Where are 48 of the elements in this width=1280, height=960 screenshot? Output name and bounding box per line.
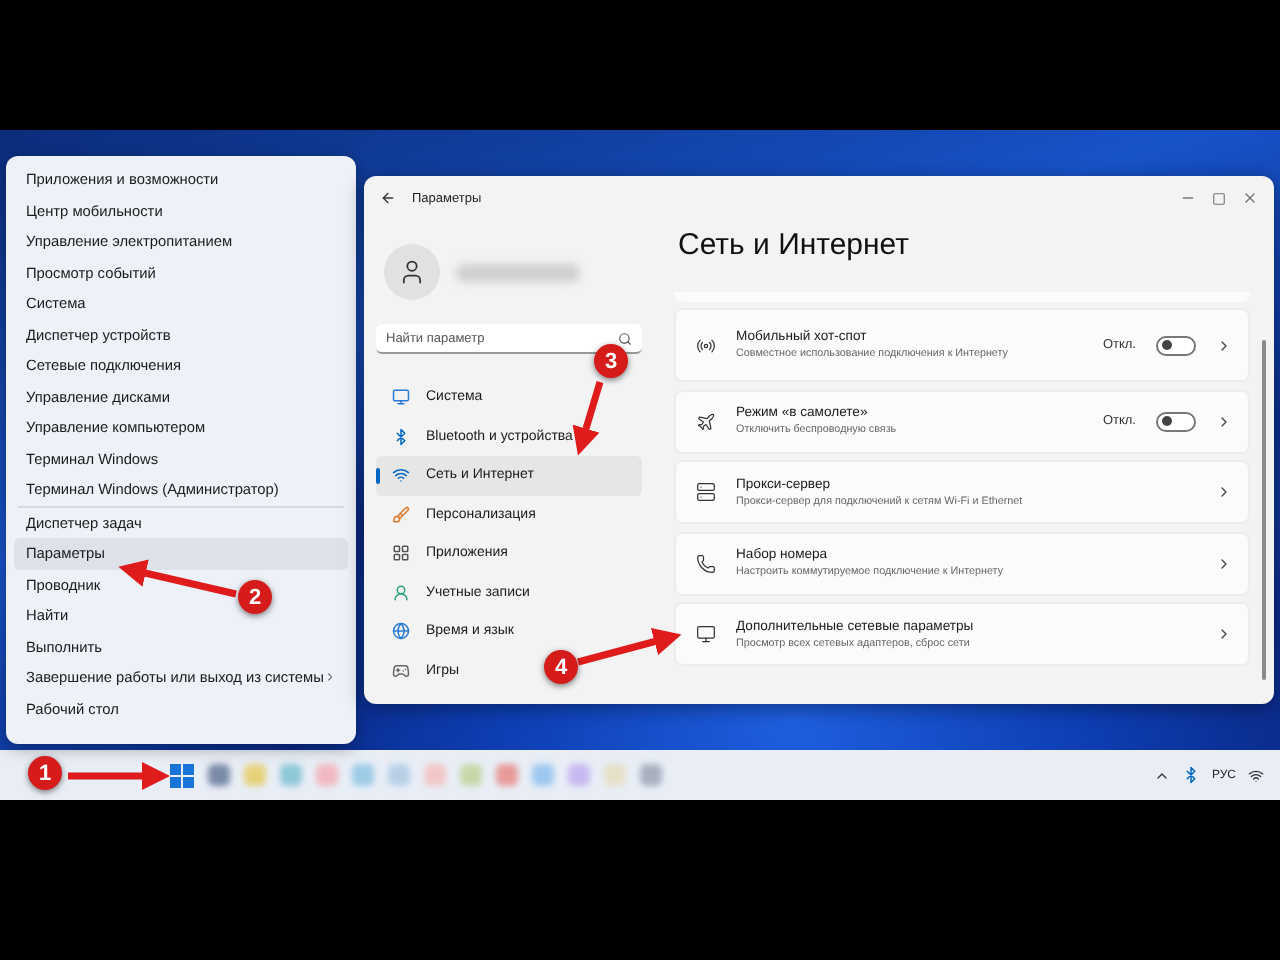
- start-icon[interactable]: [170, 763, 194, 787]
- taskbar-app-icon[interactable]: [460, 764, 482, 786]
- chevron-icon: [1216, 337, 1232, 353]
- annotation-arrow: [572, 381, 604, 456]
- taskbar-app-icon[interactable]: [640, 764, 662, 786]
- chevron-icon: [1216, 484, 1232, 500]
- card-icon: [696, 411, 716, 431]
- taskbar-app-icon[interactable]: [568, 764, 590, 786]
- close-icon[interactable]: [1242, 190, 1258, 206]
- nav-icon: [392, 505, 410, 524]
- chevron-icon: [1216, 626, 1232, 642]
- wifi-icon[interactable]: [1248, 767, 1264, 783]
- taskbar-app-icon[interactable]: [208, 764, 230, 786]
- taskbar-app-icon[interactable]: [424, 764, 446, 786]
- card-icon: [696, 482, 716, 502]
- chevron-icon: [1216, 555, 1232, 571]
- blurred-name: [456, 263, 580, 281]
- taskbar-app-icon[interactable]: [388, 764, 410, 786]
- card-icon: [696, 553, 716, 573]
- taskbar-app-icon[interactable]: [496, 764, 518, 786]
- nav-icon: [392, 661, 410, 680]
- nav-icon: [392, 427, 410, 446]
- taskbar-app-icon[interactable]: [604, 764, 626, 786]
- bluetooth-icon[interactable]: [1181, 766, 1200, 784]
- chevron-icon: [1216, 413, 1232, 429]
- page-heading: Сеть и Интернет: [678, 228, 912, 266]
- nav-icon: [392, 583, 410, 602]
- annotation-arrow: [118, 559, 237, 598]
- annotation-arrow: [577, 628, 682, 666]
- avatar: [384, 244, 440, 300]
- nav-icon: [392, 466, 410, 485]
- taskbar-app-icon[interactable]: [280, 764, 302, 786]
- nav-icon: [392, 388, 410, 407]
- maximize-icon[interactable]: [1212, 191, 1226, 205]
- card-icon: [696, 624, 716, 644]
- toggle-switch[interactable]: [1156, 411, 1196, 431]
- card-icon: [696, 335, 716, 355]
- back-icon[interactable]: [380, 190, 396, 206]
- taskbar-app-icon[interactable]: [316, 764, 338, 786]
- scrollbar[interactable]: [1262, 340, 1266, 680]
- toggle-switch[interactable]: [1156, 335, 1196, 355]
- taskbar-app-icon[interactable]: [532, 764, 554, 786]
- nav-icon: [392, 622, 410, 641]
- taskbar-app-icon[interactable]: [352, 764, 374, 786]
- search-icon: [618, 332, 632, 346]
- nav-icon: [392, 544, 410, 563]
- taskbar-app-icon[interactable]: [244, 764, 266, 786]
- annotation-arrow: [68, 762, 170, 790]
